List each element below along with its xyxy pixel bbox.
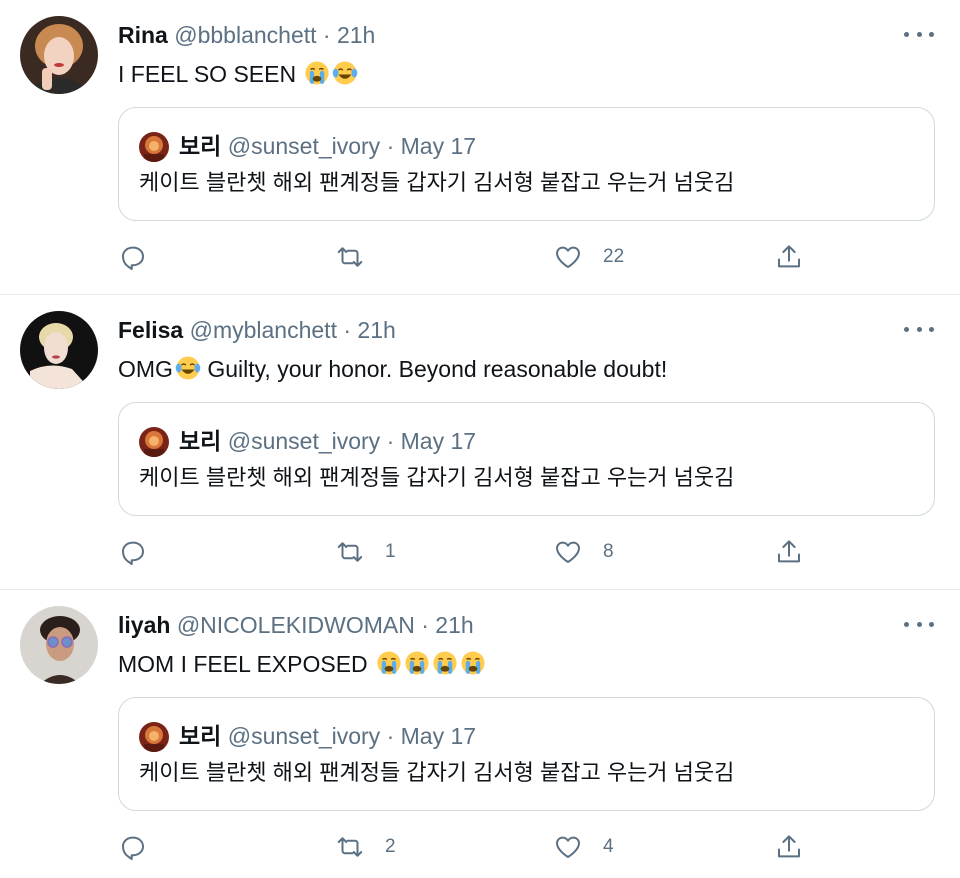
timestamp[interactable]: 21h [357, 317, 395, 343]
tweet-text-content: I FEEL SO SEEN [118, 61, 297, 87]
separator-dot: · [421, 612, 429, 638]
quoted-author-handle: @sunset_ivory [227, 428, 381, 454]
retweet-button[interactable]: 2 [335, 830, 396, 864]
tweet-text: MOM I FEEL EXPOSED [118, 648, 486, 680]
tweet-text: I FEEL SO SEEN [118, 58, 358, 90]
quoted-tweet[interactable]: 보리 @sunset_ivory · May 17 케이트 블란쳇 해외 팬계정… [118, 697, 935, 811]
face-with-tears-of-joy-icon [332, 60, 358, 86]
more-options-icon[interactable] [904, 319, 934, 339]
retweet-count: 1 [385, 541, 396, 562]
quoted-avatar [139, 722, 169, 752]
separator-dot: · [343, 317, 352, 343]
tweet-header: Rina @bbblanchett · 21h [118, 20, 375, 50]
quoted-avatar-photo [139, 132, 169, 162]
heart-icon [556, 836, 580, 858]
tweet-text: OMG Guilty, your honor. Beyond reasonabl… [118, 353, 667, 385]
quoted-author-handle: @sunset_ivory [227, 723, 381, 749]
author-name[interactable]: liyah [118, 612, 170, 638]
retweet-count: 2 [385, 836, 396, 857]
quoted-date: May 17 [400, 133, 477, 159]
like-count: 22 [603, 246, 625, 267]
share-button[interactable] [774, 240, 804, 274]
face-with-tears-of-joy-icon [175, 355, 201, 381]
quoted-avatar [139, 427, 169, 457]
avatar[interactable] [20, 16, 98, 94]
retweet-button[interactable]: 1 [335, 535, 396, 569]
avatar[interactable] [20, 606, 98, 684]
tweet-text-content: MOM I FEEL EXPOSED [118, 651, 368, 677]
share-button[interactable] [774, 535, 804, 569]
quoted-tweet[interactable]: 보리 @sunset_ivory · May 17 케이트 블란쳇 해외 팬계정… [118, 402, 935, 516]
reply-icon [122, 541, 144, 565]
more-options-icon[interactable] [904, 24, 934, 44]
quoted-text: 케이트 블란쳇 해외 팬계정들 갑자기 김서형 붙잡고 우는거 넘웃김 [139, 465, 735, 490]
author-name[interactable]: Rina [118, 22, 168, 48]
quoted-header: 보리 @sunset_ivory · May 17 [179, 426, 476, 456]
quoted-text: 케이트 블란쳇 해외 팬계정들 갑자기 김서형 붙잡고 우는거 넘웃김 [139, 760, 735, 785]
quoted-author-name: 보리 [179, 723, 222, 749]
tweet-header: Felisa @myblanchett · 21h [118, 315, 396, 345]
quoted-author-name: 보리 [179, 428, 222, 454]
timestamp[interactable]: 21h [435, 612, 473, 638]
like-button[interactable]: 4 [553, 830, 614, 864]
separator-dot: · [386, 723, 395, 749]
loudly-crying-face-icon [460, 650, 486, 676]
avatar-photo-rina [20, 16, 98, 94]
timestamp[interactable]: 21h [337, 22, 375, 48]
tweet-text-before: OMG [118, 356, 173, 382]
quoted-avatar-photo [139, 722, 169, 752]
author-handle[interactable]: @bbblanchett [174, 22, 316, 48]
like-count: 4 [603, 836, 614, 857]
author-handle[interactable]: @NICOLEKIDWOMAN [177, 612, 415, 638]
retweet-icon [337, 247, 363, 267]
tweet-header: liyah @NICOLEKIDWOMAN · 21h [118, 610, 474, 640]
quoted-tweet[interactable]: 보리 @sunset_ivory · May 17 케이트 블란쳇 해외 팬계정… [118, 107, 935, 221]
retweet-icon [337, 542, 363, 562]
separator-dot: · [386, 428, 395, 454]
separator-dot: · [322, 22, 331, 48]
loudly-crying-face-icon [404, 650, 430, 676]
quoted-avatar-photo [139, 427, 169, 457]
quoted-author-handle: @sunset_ivory [227, 133, 381, 159]
author-name[interactable]: Felisa [118, 317, 183, 343]
like-count: 8 [603, 541, 614, 562]
reply-button[interactable] [118, 830, 168, 864]
quoted-date: May 17 [400, 723, 477, 749]
share-button[interactable] [774, 830, 804, 864]
quoted-text: 케이트 블란쳇 해외 팬계정들 갑자기 김서형 붙잡고 우는거 넘웃김 [139, 170, 735, 195]
avatar[interactable] [20, 311, 98, 389]
reply-button[interactable] [118, 535, 168, 569]
heart-icon [556, 541, 580, 563]
like-button[interactable]: 8 [553, 535, 614, 569]
quoted-header: 보리 @sunset_ivory · May 17 [179, 131, 476, 161]
tweet-3[interactable]: liyah @NICOLEKIDWOMAN · 21h MOM I FEEL E… [0, 590, 960, 878]
tweet-1[interactable]: Rina @bbblanchett · 21h I FEEL SO SEEN 보… [0, 0, 960, 295]
share-icon [778, 540, 800, 563]
quoted-header: 보리 @sunset_ivory · May 17 [179, 721, 476, 751]
separator-dot: · [386, 133, 395, 159]
retweet-button[interactable] [335, 240, 385, 274]
tweet-2[interactable]: Felisa @myblanchett · 21h OMG Guilty, yo… [0, 295, 960, 590]
heart-icon [556, 246, 580, 268]
like-button[interactable]: 22 [553, 240, 624, 274]
loudly-crying-face-icon [304, 60, 330, 86]
author-handle[interactable]: @myblanchett [190, 317, 337, 343]
loudly-crying-face-icon [376, 650, 402, 676]
retweet-icon [337, 837, 363, 857]
reply-icon [122, 246, 144, 270]
quoted-date: May 17 [400, 428, 477, 454]
avatar-photo-liyah [20, 606, 98, 684]
share-icon [778, 835, 800, 858]
reply-icon [122, 836, 144, 860]
loudly-crying-face-icon [432, 650, 458, 676]
quoted-avatar [139, 132, 169, 162]
avatar-photo-felisa [20, 311, 98, 389]
reply-button[interactable] [118, 240, 168, 274]
share-icon [778, 245, 800, 268]
quoted-author-name: 보리 [179, 133, 222, 159]
tweet-text-after: Guilty, your honor. Beyond reasonable do… [200, 356, 668, 382]
more-options-icon[interactable] [904, 614, 934, 634]
